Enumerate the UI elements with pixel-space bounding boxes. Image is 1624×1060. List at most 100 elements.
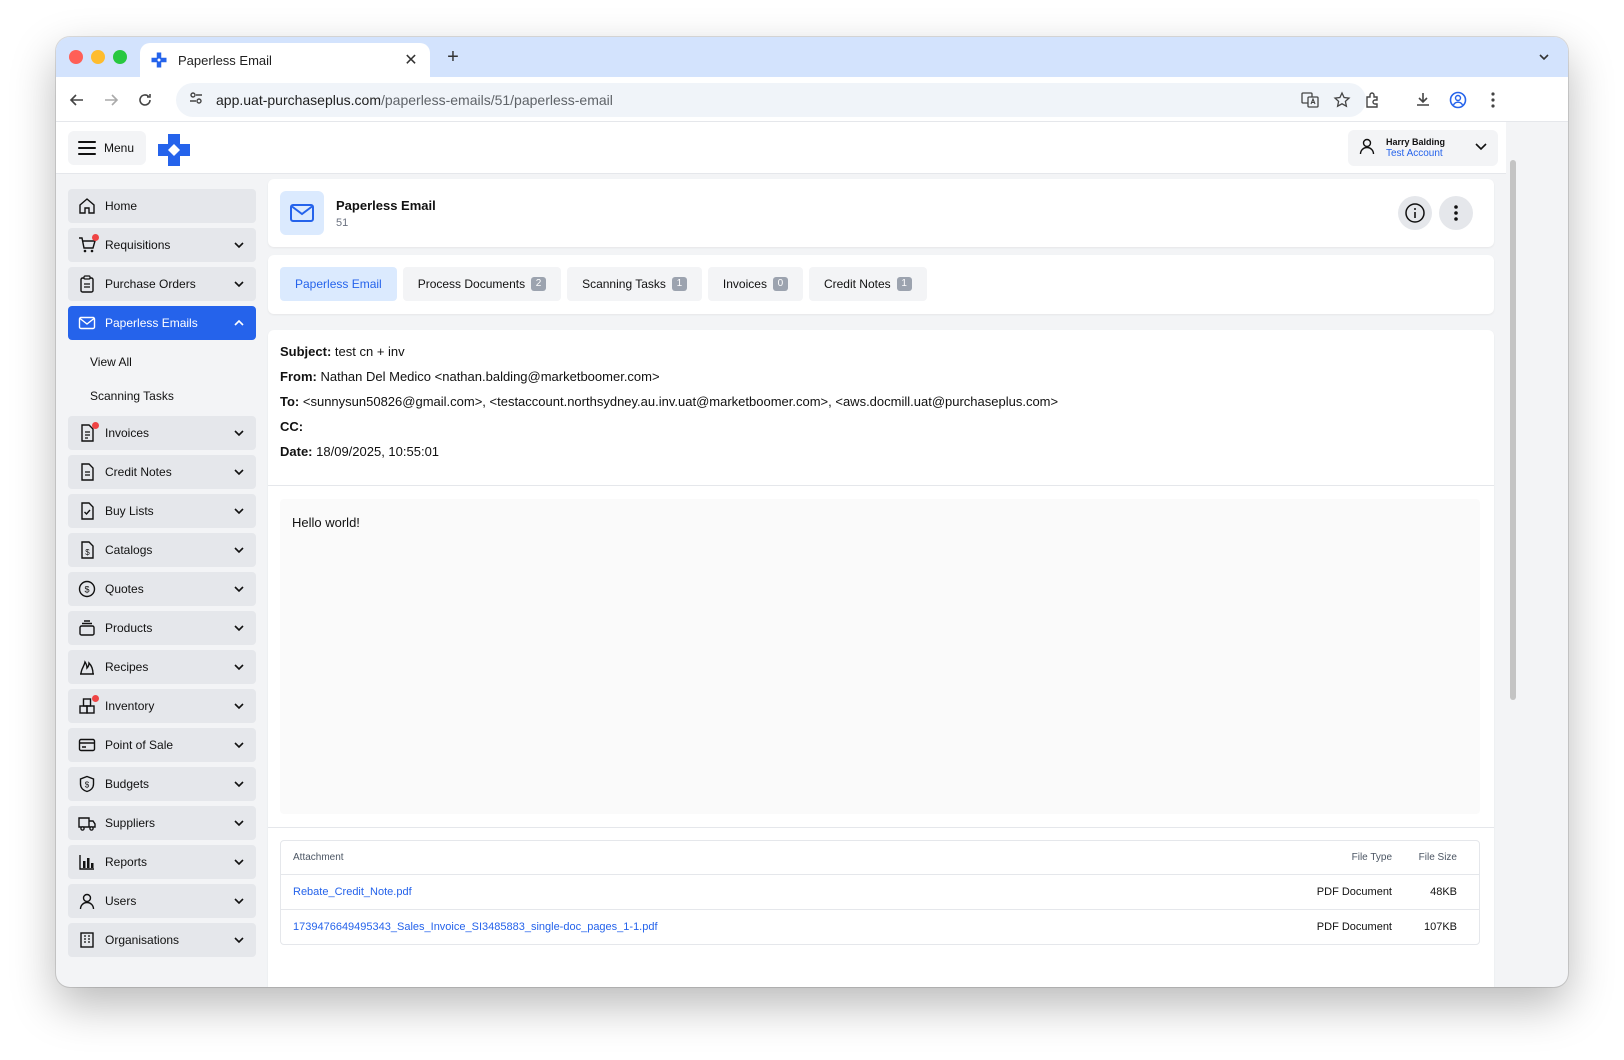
reload-icon[interactable] <box>132 87 158 113</box>
sidebar: Home Requisitions Purchase Orders Paperl… <box>68 189 256 962</box>
tab-scanning-tasks[interactable]: Scanning Tasks 1 <box>567 267 702 301</box>
browser-tab[interactable]: Paperless Email ✕ <box>140 43 430 77</box>
subject-value: test cn + inv <box>334 344 405 359</box>
sidebar-item-label: Buy Lists <box>105 504 154 518</box>
sidebar-item-buy-lists[interactable]: Buy Lists <box>68 494 256 528</box>
chevron-down-icon <box>232 543 246 557</box>
sidebar-item-label: Requisitions <box>105 238 171 252</box>
tab-search-button[interactable] <box>1530 45 1558 69</box>
chevron-down-icon <box>232 816 246 830</box>
sidebar-item-users[interactable]: Users <box>68 884 256 918</box>
browser-toolbar: app.uat-purchaseplus.com/paperless-email… <box>56 77 1568 122</box>
close-tab-icon[interactable]: ✕ <box>402 50 420 70</box>
tab-process-documents[interactable]: Process Documents 2 <box>402 267 562 301</box>
attachment-link[interactable]: 1739476649495343_Sales_Invoice_SI3485883… <box>293 921 658 933</box>
browser-menu-icon[interactable] <box>1480 87 1506 113</box>
back-icon[interactable] <box>64 87 90 113</box>
menu-button[interactable]: Menu <box>68 131 146 165</box>
sidebar-item-purchase-orders[interactable]: Purchase Orders <box>68 267 256 301</box>
tab-paperless-email[interactable]: Paperless Email <box>280 267 397 301</box>
download-icon[interactable] <box>1410 87 1436 113</box>
sidebar-item-reports[interactable]: Reports <box>68 845 256 879</box>
table-header-row: Attachment File Type File Size <box>281 841 1479 874</box>
sidebar-item-budgets[interactable]: $ Budgets <box>68 767 256 801</box>
recipe-icon <box>78 658 96 676</box>
attachment-link[interactable]: Rebate_Credit_Note.pdf <box>293 886 412 898</box>
tab-title: Paperless Email <box>178 52 272 68</box>
chevron-down-icon <box>232 238 246 252</box>
sidebar-item-label: Organisations <box>105 933 180 947</box>
divider <box>268 827 1494 828</box>
sidebar-subitem-view-all[interactable]: View All <box>68 345 256 379</box>
info-button[interactable] <box>1398 196 1432 230</box>
site-settings-icon[interactable] <box>188 90 204 111</box>
to-label: To: <box>280 394 300 409</box>
sidebar-item-paperless-emails[interactable]: Paperless Emails <box>68 306 256 340</box>
sidebar-item-quotes[interactable]: $ Quotes <box>68 572 256 606</box>
bookmark-star-icon[interactable] <box>1330 88 1354 112</box>
chevron-down-icon <box>232 738 246 752</box>
file-type: PDF Document <box>1316 921 1392 933</box>
chevron-down-icon <box>232 504 246 518</box>
notification-dot <box>92 234 99 241</box>
sidebar-item-catalogs[interactable]: $ Catalogs <box>68 533 256 567</box>
sidebar-item-point-of-sale[interactable]: Point of Sale <box>68 728 256 762</box>
sidebar-item-label: Recipes <box>105 660 149 674</box>
sidebar-item-inventory[interactable]: Inventory <box>68 689 256 723</box>
sidebar-item-products[interactable]: Products <box>68 611 256 645</box>
scrollbar-thumb[interactable] <box>1510 160 1516 700</box>
page-title: Paperless Email <box>336 198 436 213</box>
tab-credit-notes[interactable]: Credit Notes 1 <box>808 267 927 301</box>
purchaseplus-logo[interactable] <box>156 132 192 168</box>
tab-invoices[interactable]: Invoices 0 <box>707 267 803 301</box>
sidebar-item-suppliers[interactable]: Suppliers <box>68 806 256 840</box>
email-body: Hello world! <box>280 499 1480 814</box>
email-from: From: Nathan Del Medico <nathan.balding@… <box>280 368 1482 393</box>
file-size: 107KB <box>1423 921 1457 933</box>
divider <box>268 485 1494 486</box>
chevron-down-icon <box>232 582 246 596</box>
chevron-down-icon <box>232 660 246 674</box>
forward-icon[interactable] <box>98 87 124 113</box>
tab-strip: Paperless Email ✕ + <box>56 37 1568 77</box>
products-icon <box>78 619 96 637</box>
url-text[interactable]: app.uat-purchaseplus.com/paperless-email… <box>216 92 1290 108</box>
sidebar-item-credit-notes[interactable]: Credit Notes <box>68 455 256 489</box>
chevron-down-icon <box>232 699 246 713</box>
table-row: Rebate_Credit_Note.pdf PDF Document 48KB <box>281 874 1479 909</box>
notification-dot <box>92 695 99 702</box>
count-badge: 2 <box>531 277 547 291</box>
sidebar-item-label: Purchase Orders <box>105 277 196 291</box>
maximize-window-button[interactable] <box>113 50 127 64</box>
page-scrollbar[interactable] <box>1506 122 1520 987</box>
sidebar-item-recipes[interactable]: Recipes <box>68 650 256 684</box>
sidebar-item-home[interactable]: Home <box>68 189 256 223</box>
svg-text:$: $ <box>85 548 90 557</box>
profile-icon[interactable] <box>1445 87 1471 113</box>
file-type: PDF Document <box>1316 886 1392 898</box>
minimize-window-button[interactable] <box>91 50 105 64</box>
address-bar[interactable]: app.uat-purchaseplus.com/paperless-email… <box>176 83 1366 117</box>
page-title-card: Paperless Email 51 <box>268 179 1494 247</box>
sidebar-item-label: Invoices <box>105 426 150 440</box>
more-options-button[interactable] <box>1439 196 1473 230</box>
sidebar-item-requisitions[interactable]: Requisitions <box>68 228 256 262</box>
user-menu[interactable]: Harry Balding Test Account <box>1348 130 1498 166</box>
user-name: Harry Balding <box>1386 137 1446 147</box>
sidebar-item-organisations[interactable]: Organisations <box>68 923 256 957</box>
hamburger-icon <box>78 141 96 155</box>
clipboard-icon <box>78 275 96 293</box>
extensions-icon[interactable] <box>1360 87 1386 113</box>
mail-icon <box>78 314 96 332</box>
sidebar-item-invoices[interactable]: Invoices <box>68 416 256 450</box>
sidebar-item-label: Quotes <box>105 582 144 596</box>
email-date: Date: 18/09/2025, 10:55:01 <box>280 443 1482 468</box>
close-window-button[interactable] <box>69 50 83 64</box>
tab-label: Paperless Email <box>295 277 382 291</box>
date-label: Date: <box>280 444 313 459</box>
favicon-icon <box>150 51 168 69</box>
new-tab-button[interactable]: + <box>441 45 465 69</box>
translate-icon[interactable] <box>1298 88 1322 112</box>
email-card: Subject: test cn + inv From: Nathan Del … <box>268 330 1494 987</box>
sidebar-subitem-scanning-tasks[interactable]: Scanning Tasks <box>68 379 256 413</box>
